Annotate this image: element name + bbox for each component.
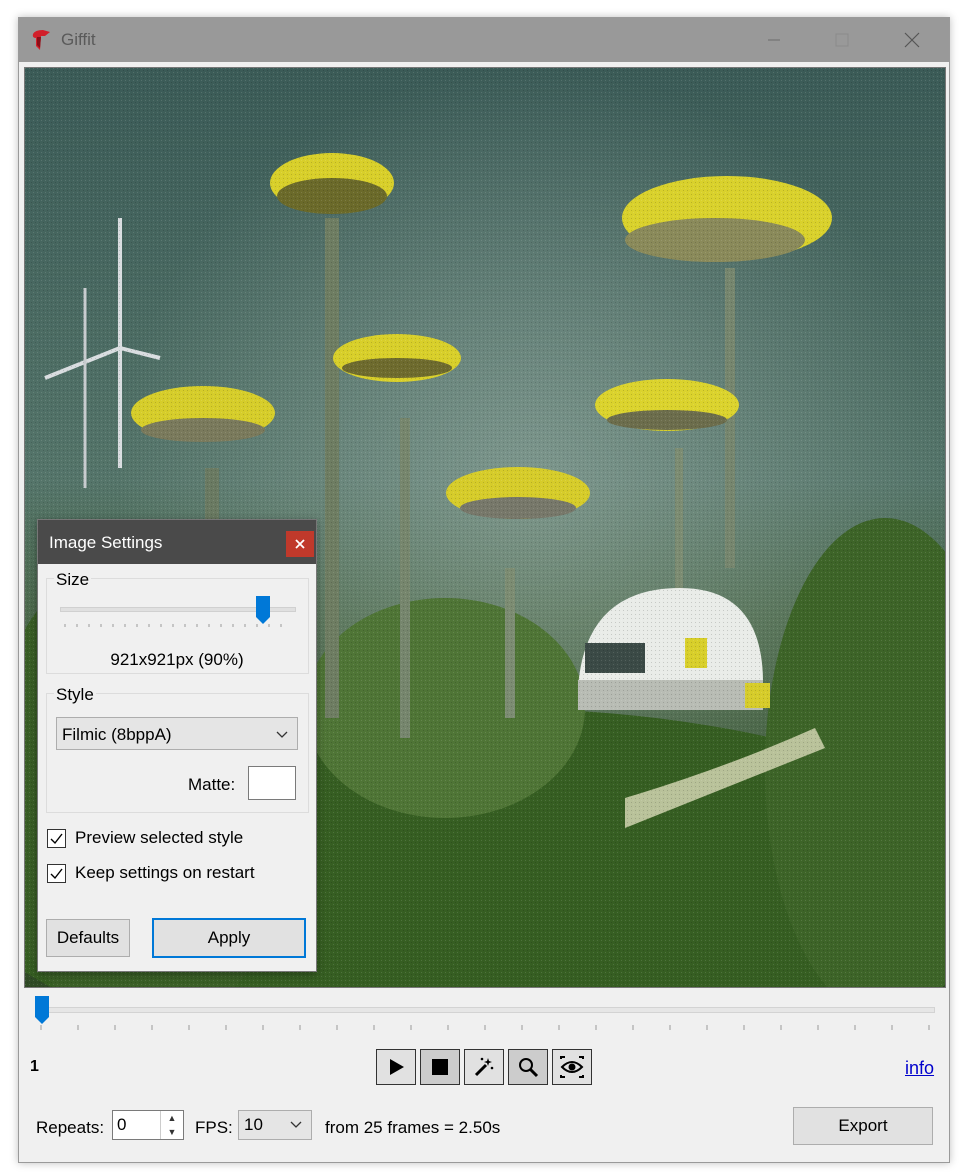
repeats-value[interactable]: 0 <box>117 1115 126 1135</box>
checkmark-icon <box>50 868 63 879</box>
dialog-title: Image Settings <box>49 533 163 552</box>
frames-summary: from 25 frames = 2.50s <box>325 1118 501 1137</box>
keep-settings-checkbox-row[interactable]: Keep settings on restart <box>47 863 255 883</box>
preview-style-checkbox-row[interactable]: Preview selected style <box>47 828 243 848</box>
export-button[interactable]: Export <box>793 1107 933 1145</box>
window-title: Giffit <box>61 30 96 49</box>
zoom-button[interactable] <box>508 1049 548 1085</box>
close-button[interactable] <box>889 18 935 62</box>
maximize-button[interactable] <box>819 18 865 62</box>
magic-wand-icon <box>474 1057 494 1077</box>
maximize-icon <box>835 33 849 47</box>
playback-toolbar <box>376 1049 596 1085</box>
play-button[interactable] <box>376 1049 416 1085</box>
preview-style-checkbox[interactable] <box>47 828 66 848</box>
repeats-spinner[interactable]: 0 ▲ ▼ <box>112 1110 184 1140</box>
fps-label: FPS: <box>195 1118 233 1137</box>
apply-button[interactable]: Apply <box>152 918 306 958</box>
size-value: 921x921px (90%) <box>110 650 244 669</box>
stop-icon <box>432 1059 448 1075</box>
image-settings-dialog: Image Settings Size 921x921px (90%) Styl… <box>37 519 317 972</box>
close-icon <box>295 539 305 549</box>
timeline-track[interactable] <box>39 1007 935 1013</box>
preview-style-label: Preview selected style <box>75 828 244 847</box>
dialog-close-button[interactable] <box>286 531 314 557</box>
play-icon <box>390 1059 404 1075</box>
size-slider-thumb[interactable] <box>255 595 271 625</box>
spin-down-icon[interactable]: ▼ <box>161 1125 183 1139</box>
preview-eye-button[interactable] <box>552 1049 592 1085</box>
eye-icon <box>560 1056 584 1078</box>
info-link[interactable]: info <box>905 1058 934 1079</box>
fps-value: 10 <box>244 1115 263 1134</box>
chevron-down-icon <box>290 1121 302 1128</box>
spinner-arrows[interactable]: ▲ ▼ <box>160 1111 183 1139</box>
timeline-ticks <box>40 1025 930 1030</box>
style-group-label: Style <box>54 685 96 705</box>
style-select[interactable]: Filmic (8bppA) <box>56 717 298 750</box>
keep-settings-label: Keep settings on restart <box>75 863 255 882</box>
keep-settings-checkbox[interactable] <box>47 863 66 883</box>
close-icon <box>904 32 920 48</box>
spin-up-icon[interactable]: ▲ <box>161 1111 183 1125</box>
dialog-title-bar[interactable]: Image Settings <box>38 520 316 564</box>
defaults-button[interactable]: Defaults <box>46 919 130 957</box>
matte-color-swatch[interactable] <box>248 766 296 800</box>
frame-number: 1 <box>30 1058 39 1075</box>
minimize-button[interactable] <box>751 18 797 62</box>
zoom-icon <box>519 1058 539 1078</box>
size-group-label: Size <box>54 570 92 590</box>
checkmark-icon <box>50 833 63 844</box>
magic-wand-button[interactable] <box>464 1049 504 1085</box>
minimize-icon <box>768 39 780 41</box>
fps-select[interactable]: 10 <box>238 1110 312 1140</box>
title-bar[interactable]: Giffit <box>19 18 949 62</box>
style-value: Filmic (8bppA) <box>62 725 172 744</box>
timeline-thumb[interactable] <box>34 995 50 1025</box>
chevron-down-icon <box>276 731 288 738</box>
repeats-label: Repeats: <box>36 1118 105 1137</box>
matte-label: Matte: <box>188 775 236 794</box>
stop-button[interactable] <box>420 1049 460 1085</box>
app-logo-icon <box>32 30 50 50</box>
